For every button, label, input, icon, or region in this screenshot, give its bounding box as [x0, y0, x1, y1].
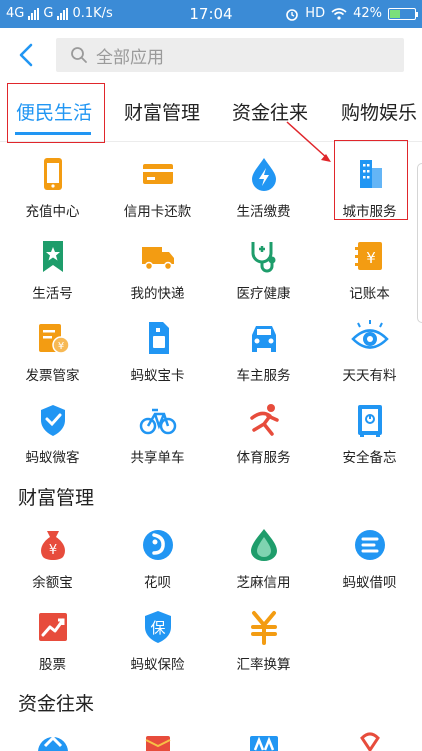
app-label: 共享单车 [130, 450, 185, 466]
tab-wealth[interactable]: 财富管理 [124, 98, 200, 125]
app-label: 记账本 [349, 286, 390, 302]
search-icon [71, 47, 87, 63]
app-sesame-credit[interactable]: 芝麻信用 [211, 525, 316, 607]
app-label: 发票管家 [25, 368, 80, 384]
app-life-account[interactable]: 生活号 [0, 236, 105, 318]
app-label: 汇率换算 [236, 657, 291, 673]
app-medical-health[interactable]: 医疗健康 [211, 236, 316, 318]
yen-glyph: ¥ [57, 341, 63, 352]
app-label: 蚂蚁宝卡 [130, 368, 185, 384]
app-label: 芝麻信用 [236, 575, 291, 591]
invoice-icon: ¥ [38, 324, 70, 354]
app-label: 花呗 [144, 575, 171, 591]
hd-indicator: HD [305, 6, 326, 21]
app-label: 体育服务 [236, 450, 291, 466]
aa-split-icon[interactable] [244, 732, 284, 751]
safe-box-icon [357, 405, 382, 437]
app-ant-jiebei[interactable]: 蚂蚁借呗 [317, 525, 422, 607]
shield-check-icon [40, 405, 65, 436]
water-drop-bolt-icon [251, 158, 276, 191]
app-account-book[interactable]: ¥ 记账本 [317, 236, 422, 318]
back-arrow-icon[interactable] [16, 42, 38, 68]
red-envelope-icon[interactable] [138, 732, 178, 751]
section-title-funds: 资金往来 [18, 693, 95, 715]
app-credit-card-repay[interactable]: 信用卡还款 [105, 154, 210, 236]
wifi-icon [331, 7, 347, 20]
app-label: 天天有料 [342, 368, 397, 384]
search-placeholder: 全部应用 [96, 47, 164, 68]
app-invoice-manager[interactable]: ¥ 发票管家 [0, 318, 105, 400]
runner-icon [249, 404, 279, 436]
car-icon [251, 326, 276, 352]
app-ant-insurance[interactable]: 保 蚂蚁保险 [105, 607, 210, 689]
app-shared-bike[interactable]: 共享单车 [105, 400, 210, 482]
bookmark-star-icon [42, 241, 63, 272]
yen-glyph: ¥ [48, 543, 56, 558]
app-huabei[interactable]: 花呗 [105, 525, 210, 607]
app-header: 全部应用 [0, 28, 422, 82]
phone-icon [43, 158, 62, 190]
city-buildings-icon [359, 160, 382, 188]
alarm-icon [286, 8, 299, 21]
bao-glyph: 保 [150, 619, 165, 637]
jiebei-icon [354, 530, 385, 560]
status-bar: 4G G 0.1K/s 17:04 HD 42% [0, 0, 422, 28]
delivery-truck-icon [141, 247, 174, 271]
app-my-delivery[interactable]: 我的快递 [105, 236, 210, 318]
app-car-owner[interactable]: 车主服务 [211, 318, 316, 400]
app-label: 蚂蚁微客 [25, 450, 80, 466]
app-label: 股票 [39, 657, 66, 673]
battery-icon [388, 7, 418, 20]
bicycle-icon [139, 408, 176, 435]
app-yuebao[interactable]: ¥ 余额宝 [0, 525, 105, 607]
app-daily-news[interactable]: 天天有料 [317, 318, 422, 400]
section-title-wealth: 财富管理 [18, 487, 95, 509]
app-sports-services[interactable]: 体育服务 [211, 400, 316, 482]
battery-fill [390, 9, 401, 18]
insurance-shield-icon: 保 [144, 611, 171, 643]
app-label: 信用卡还款 [123, 204, 192, 220]
app-exchange-rate[interactable]: 汇率换算 [211, 607, 316, 689]
eye-icon [350, 320, 389, 349]
app-label: 医疗健康 [236, 286, 291, 302]
app-label: 我的快递 [130, 286, 185, 302]
tab-shopping[interactable]: 购物娱乐 [341, 98, 417, 125]
app-utility-bills[interactable]: 生活缴费 [211, 154, 316, 236]
app-label: 蚂蚁借呗 [342, 575, 397, 591]
app-recharge-center[interactable]: 充值中心 [0, 154, 105, 236]
huabei-icon [142, 530, 173, 560]
transfer-icon[interactable] [33, 732, 73, 751]
ledger-yen-icon: ¥ [354, 242, 382, 270]
stock-chart-icon [38, 613, 67, 641]
battery-percent: 42% [353, 6, 382, 21]
yen-glyph: ¥ [366, 249, 376, 267]
search-input[interactable]: 全部应用 [56, 38, 404, 72]
app-label: 蚂蚁保险 [130, 657, 185, 673]
gift-icon[interactable] [350, 732, 390, 751]
sim-card-icon [148, 322, 169, 354]
app-ant-sim-card[interactable]: 蚂蚁宝卡 [105, 318, 210, 400]
status-right: HD 42% [285, 6, 418, 21]
stethoscope-icon [251, 242, 275, 273]
app-label: 城市服务 [342, 204, 397, 220]
yen-exchange-icon [250, 611, 277, 645]
app-label: 生活缴费 [236, 204, 291, 220]
app-security-memo[interactable]: 安全备忘 [317, 400, 422, 482]
credit-card-icon [142, 164, 173, 184]
app-label: 车主服务 [236, 368, 291, 384]
app-stocks[interactable]: 股票 [0, 607, 105, 689]
app-label: 余额宝 [32, 575, 73, 591]
tab-highlight-box [7, 83, 105, 143]
app-label: 安全备忘 [342, 450, 397, 466]
sesame-drop-icon [250, 529, 277, 561]
app-label: 充值中心 [25, 204, 80, 220]
money-bag-icon: ¥ [40, 531, 65, 560]
app-label: 生活号 [32, 286, 73, 302]
app-ant-weike[interactable]: 蚂蚁微客 [0, 400, 105, 482]
app-city-services[interactable]: 城市服务 [317, 154, 422, 236]
